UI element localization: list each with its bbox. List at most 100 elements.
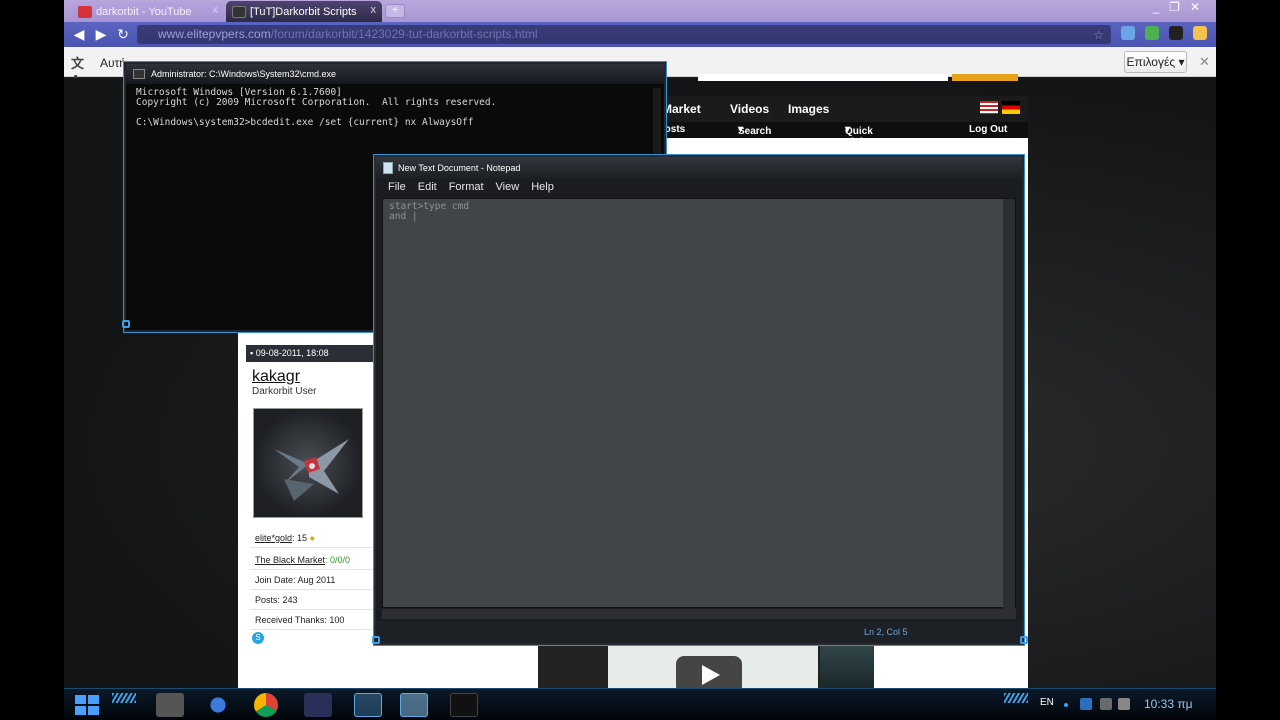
notepad-text-area[interactable]: start>type cmd and | bbox=[382, 198, 1016, 609]
skype-icon[interactable]: S bbox=[252, 632, 264, 644]
windows-logo-icon bbox=[75, 695, 99, 715]
notepad-vertical-scrollbar[interactable] bbox=[1003, 199, 1015, 609]
nav-videos[interactable]: Videos bbox=[730, 102, 769, 116]
user-title: Darkorbit User bbox=[252, 386, 317, 397]
flag-de-icon[interactable] bbox=[1002, 101, 1020, 114]
volume-icon[interactable] bbox=[1118, 698, 1130, 710]
tab-strip: darkorbit - YouTube x [TuT]Darkorbit Scr… bbox=[64, 0, 1216, 22]
start-button[interactable] bbox=[68, 690, 106, 720]
nav-images[interactable]: Images bbox=[788, 102, 829, 116]
clock[interactable]: 10:33 πμ bbox=[1144, 697, 1193, 711]
taskbar: EN 10:33 πμ bbox=[64, 688, 1216, 720]
folder-icon[interactable] bbox=[156, 693, 184, 717]
cmd-title: Administrator: C:\Windows\System32\cmd.e… bbox=[151, 69, 337, 79]
flag-us-icon[interactable] bbox=[980, 101, 998, 114]
menu-view[interactable]: View bbox=[496, 181, 520, 197]
game-icon[interactable] bbox=[304, 693, 332, 717]
tray-dot-icon bbox=[1064, 703, 1068, 707]
desktop: darkorbit - YouTube x [TuT]Darkorbit Scr… bbox=[64, 0, 1216, 720]
menu-format[interactable]: Format bbox=[449, 181, 484, 197]
join-date: Join Date: Aug 2011 bbox=[250, 570, 374, 590]
extension-icon[interactable] bbox=[1121, 26, 1135, 40]
cmd-icon bbox=[133, 69, 145, 79]
subnav-quick-links[interactable]: Quick Links ▾ bbox=[845, 124, 873, 148]
minimize-button[interactable]: _ bbox=[1152, 0, 1159, 14]
site-search-input[interactable] bbox=[698, 74, 948, 81]
avatar[interactable] bbox=[253, 408, 363, 518]
language-indicator[interactable]: EN bbox=[1040, 697, 1054, 708]
url-host: www.elitepvpers.com bbox=[158, 27, 271, 41]
received-thanks: Received Thanks: 100 bbox=[250, 610, 374, 630]
notepad-taskbar-icon[interactable] bbox=[400, 693, 428, 717]
options-label: Επιλογές bbox=[1126, 55, 1176, 69]
post-date: 09-08-2011, 18:08 bbox=[255, 348, 329, 358]
nav-market[interactable]: Market bbox=[662, 102, 701, 116]
translate-label: Αυτή bbox=[100, 56, 126, 70]
post-date-header: ▪ 09-08-2011, 18:08 bbox=[246, 345, 376, 362]
close-tab-icon[interactable]: x bbox=[371, 4, 377, 16]
close-tab-icon[interactable]: x bbox=[213, 4, 219, 16]
window-glow-corner bbox=[1020, 636, 1028, 644]
subnav-search[interactable]: Search ▾ bbox=[738, 124, 771, 137]
window-glow-corner bbox=[122, 320, 130, 328]
site-icon bbox=[232, 5, 246, 18]
reload-button[interactable]: ↻ bbox=[112, 26, 134, 43]
media-player-icon[interactable] bbox=[204, 693, 232, 717]
black-market-link[interactable]: The Black Market bbox=[255, 555, 325, 565]
translate-icon: 文A bbox=[71, 56, 85, 87]
post-username[interactable]: kakagr bbox=[252, 368, 300, 386]
site-subnav: Posts Search ▾ Quick Links ▾ Log Out bbox=[654, 122, 1028, 148]
hat-extension-icon[interactable] bbox=[1169, 26, 1183, 40]
cmd-taskbar-icon[interactable] bbox=[354, 693, 382, 717]
black-market-value: : 0/0/0 bbox=[325, 555, 351, 565]
options-button[interactable]: Επιλογές ▾ bbox=[1124, 51, 1187, 73]
cmd-titlebar[interactable]: Administrator: C:\Windows\System32\cmd.e… bbox=[126, 64, 664, 84]
site-search-button[interactable] bbox=[952, 74, 1018, 81]
youtube-icon bbox=[78, 5, 92, 18]
notepad-content: start>type cmd and | bbox=[389, 201, 470, 222]
chrome-icon[interactable] bbox=[254, 693, 278, 717]
notepad-menubar: File Edit Format View Help bbox=[376, 181, 1022, 197]
menu-edit[interactable]: Edit bbox=[418, 181, 437, 197]
signal-extension-icon[interactable] bbox=[1145, 26, 1159, 40]
notepad-icon bbox=[383, 162, 393, 174]
tab-youtube[interactable]: darkorbit - YouTube x bbox=[72, 1, 224, 22]
tab-darkorbit-scripts[interactable]: [TuT]Darkorbit Scripts x bbox=[226, 1, 382, 22]
bookmark-star-icon[interactable]: ☆ bbox=[1093, 27, 1104, 44]
url-path: /forum/darkorbit/1423029-tut-darkorbit-s… bbox=[270, 27, 538, 41]
close-window-button[interactable]: ✕ bbox=[1190, 0, 1200, 14]
window-glow-corner bbox=[372, 636, 380, 644]
notepad-titlebar[interactable]: New Text Document - Notepad bbox=[376, 157, 1022, 179]
video-thumbnail-right bbox=[820, 645, 874, 690]
back-button[interactable]: ◀ bbox=[68, 26, 90, 43]
address-bar[interactable]: www.elitepvpers.com/forum/darkorbit/1423… bbox=[137, 25, 1111, 44]
post-count: Posts: 243 bbox=[250, 590, 374, 610]
subnav-search-label: Search bbox=[738, 126, 772, 137]
maximize-button[interactable]: ❐ bbox=[1169, 0, 1180, 14]
taskbar-decoration bbox=[1004, 693, 1028, 703]
black-market-row: The Black Market: 0/0/0 bbox=[250, 550, 374, 570]
elite-gold-link[interactable]: elite*gold bbox=[255, 533, 292, 543]
notepad-horizontal-scrollbar[interactable] bbox=[382, 609, 1016, 619]
terminal-icon[interactable] bbox=[450, 693, 478, 717]
close-translate-bar-icon[interactable]: ✕ bbox=[1199, 54, 1210, 70]
network-icon[interactable] bbox=[1100, 698, 1112, 710]
shield-icon[interactable] bbox=[1080, 698, 1092, 710]
site-nav: Market Videos Images bbox=[654, 96, 1028, 122]
screen: darkorbit - YouTube x [TuT]Darkorbit Scr… bbox=[0, 0, 1280, 720]
notepad-title: New Text Document - Notepad bbox=[398, 163, 521, 173]
forward-button[interactable]: ▶ bbox=[90, 26, 112, 43]
menu-help[interactable]: Help bbox=[531, 181, 554, 197]
notepad-statusbar: Ln 2, Col 5 bbox=[376, 621, 1022, 643]
gold-coin-icon: ● bbox=[309, 533, 315, 543]
notepad-window: New Text Document - Notepad File Edit Fo… bbox=[374, 155, 1024, 645]
wrench-icon[interactable] bbox=[1193, 26, 1207, 40]
cmd-output[interactable]: Microsoft Windows [Version 6.1.7600] Cop… bbox=[136, 88, 496, 128]
new-tab-button[interactable]: + bbox=[385, 4, 405, 18]
taskbar-decoration bbox=[112, 693, 136, 703]
window-controls: _ ❐ ✕ bbox=[1152, 0, 1200, 14]
spaceship-avatar-image bbox=[274, 439, 349, 501]
menu-file[interactable]: File bbox=[388, 181, 406, 197]
subnav-logout[interactable]: Log Out bbox=[969, 124, 1007, 135]
tab-label: darkorbit - YouTube bbox=[96, 5, 192, 18]
